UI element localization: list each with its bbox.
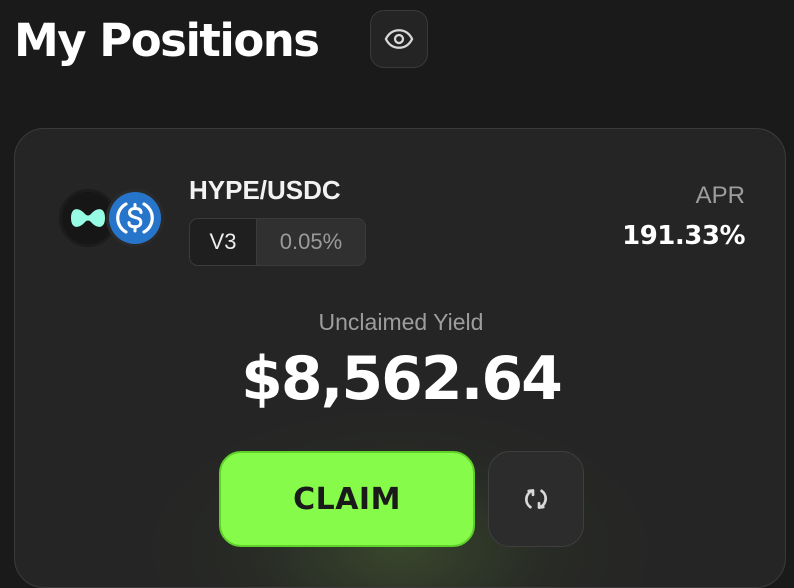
unclaimed-yield-label: Unclaimed Yield (318, 309, 484, 335)
apr-label: APR (695, 182, 745, 209)
position-card: HYPE/USDC V3 0.05% APR 191.33% Unclaimed… (14, 128, 786, 588)
fee-tier-badge: 0.05% (256, 219, 365, 265)
apr-value: 191.33% (622, 221, 745, 251)
claim-button[interactable]: CLAIM (219, 451, 475, 547)
version-badge: V3 (190, 219, 256, 265)
unclaimed-yield-value: $8,562.64 (241, 344, 563, 414)
refresh-icon (521, 484, 551, 514)
page-title: My Positions (14, 14, 320, 67)
pair-name: HYPE/USDC (189, 175, 341, 205)
usdc-token-icon (106, 189, 164, 247)
token-pair-icons (59, 189, 165, 247)
toggle-visibility-button[interactable] (370, 10, 428, 68)
refresh-button[interactable] (488, 451, 584, 547)
pool-tags: V3 0.05% (189, 218, 366, 266)
eye-icon (384, 24, 414, 54)
